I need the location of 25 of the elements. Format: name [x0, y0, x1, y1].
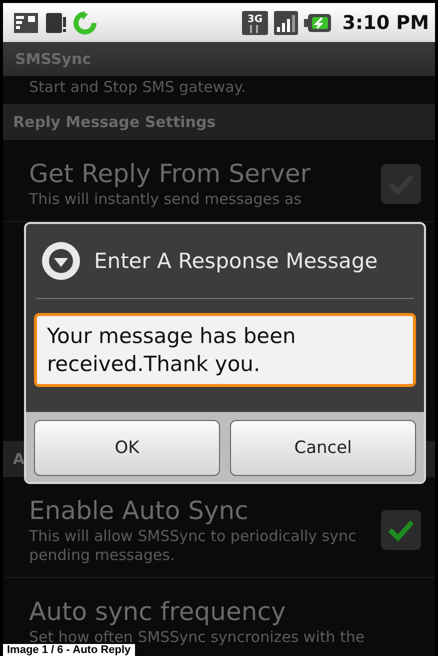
sim-card-icon: [13, 12, 39, 34]
preference-title: Get Reply From Server: [29, 158, 312, 190]
app-title: SMSSync: [15, 50, 92, 68]
network-type-icon: 3G: [242, 10, 268, 34]
checkbox[interactable]: [381, 510, 421, 550]
battery-charging-icon: [304, 12, 332, 32]
cancel-button[interactable]: Cancel: [230, 420, 416, 476]
checkbox[interactable]: [381, 164, 421, 204]
clock: 3:10 PM: [342, 12, 429, 34]
preference-description: This will allow SMSSync to periodically sync pending messages.: [29, 527, 358, 565]
section-header: Reply Message Settings: [3, 104, 435, 140]
dropdown-circle-icon: [40, 240, 82, 282]
preference-title: Auto sync frequency: [29, 596, 287, 628]
ok-button[interactable]: OK: [34, 420, 220, 476]
image-caption: Image 1 / 6 - Auto Reply: [3, 644, 135, 656]
sd-card-alert-icon: [45, 10, 67, 34]
preference-description: This will instantly send messages as: [29, 190, 303, 209]
preference-description: Start and Stop SMS gateway.: [28, 77, 247, 98]
sync-icon: [73, 10, 97, 34]
checkmark-icon: [387, 518, 415, 542]
dialog-title: Enter A Response Message: [94, 249, 378, 273]
signal-icon: [274, 10, 298, 34]
preference-title: Enable Auto Sync: [29, 495, 250, 527]
message-input-field[interactable]: Your message has been received.Thank you.: [34, 313, 416, 387]
preference-description: Set how often SMSSync syncronizes with the: [29, 628, 366, 646]
